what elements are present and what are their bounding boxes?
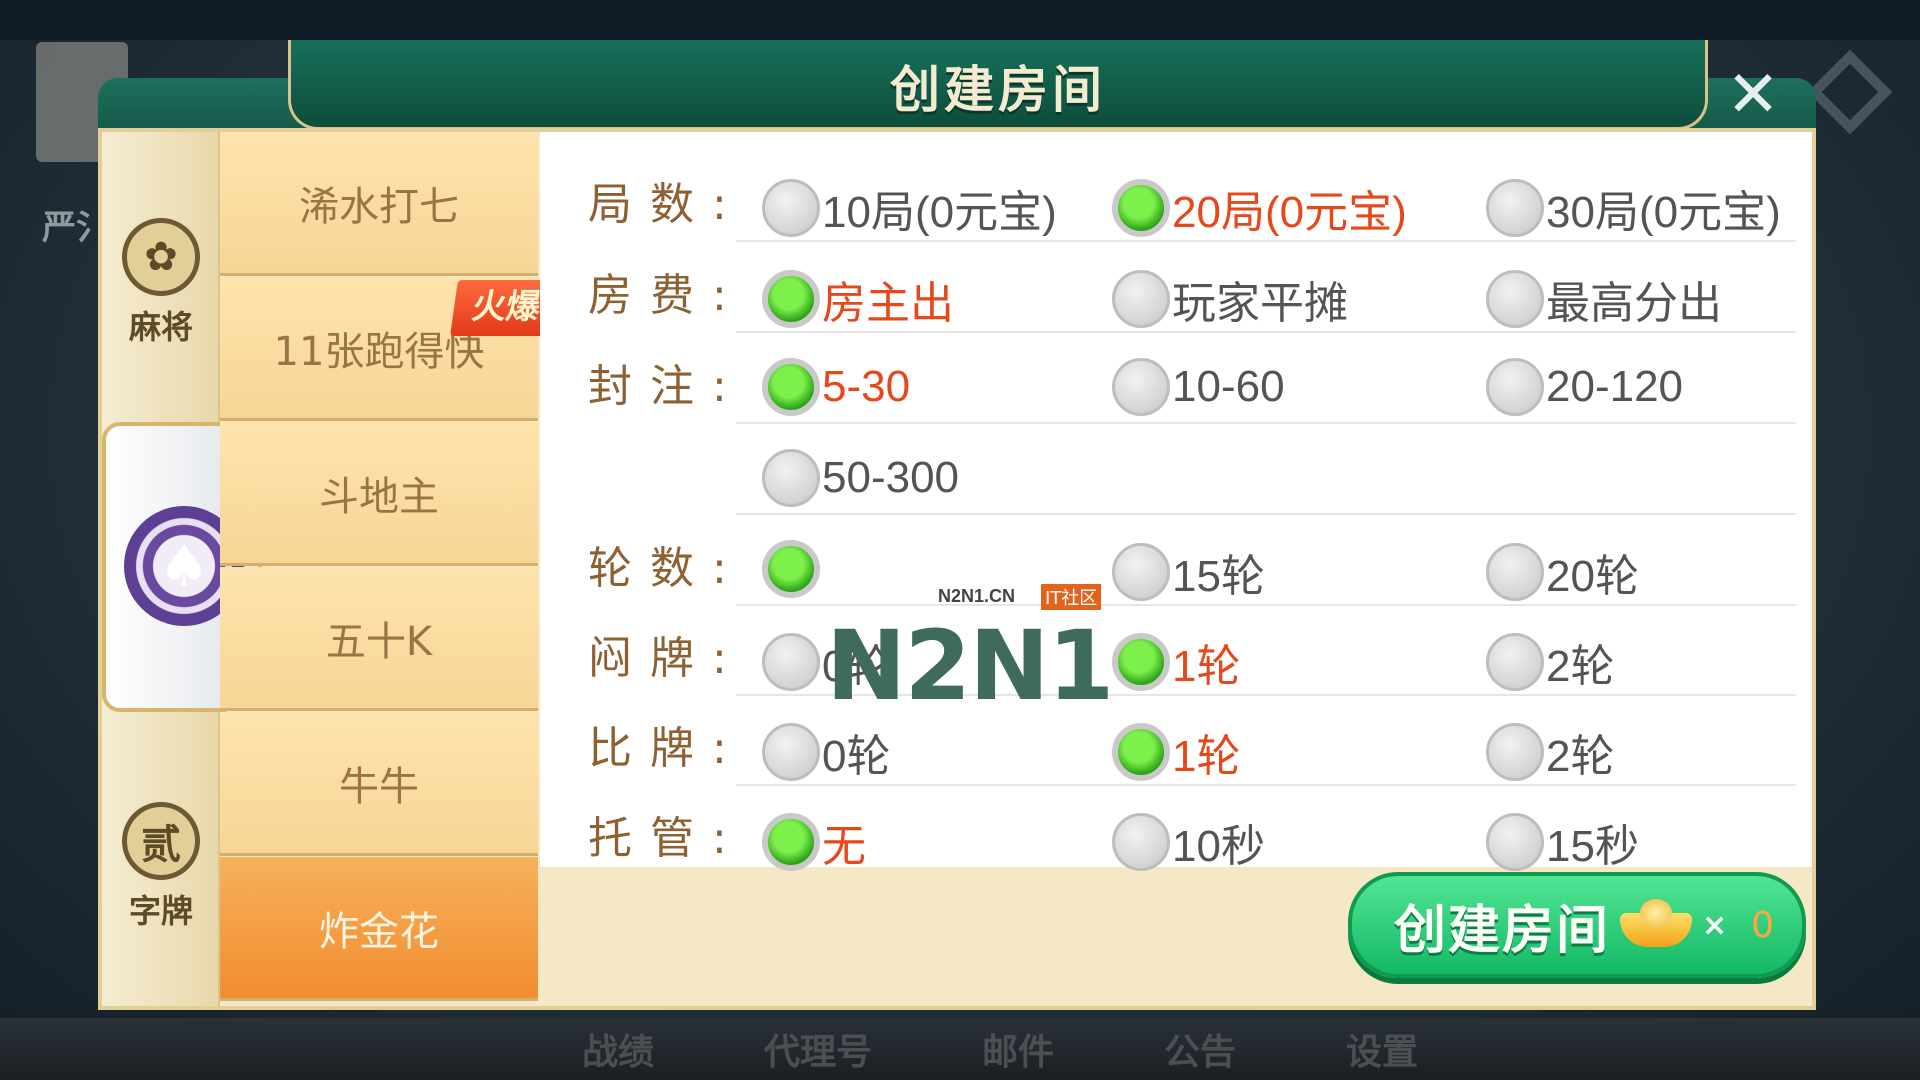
radio-button[interactable] (1112, 723, 1170, 781)
nav-settings: 设置 (1346, 1032, 1419, 1073)
option-host-pays[interactable]: 房主出 (762, 267, 954, 331)
radio-button[interactable] (1112, 179, 1170, 237)
radio-button[interactable] (762, 540, 820, 598)
watermark-logo: N2N1 (826, 610, 1114, 722)
game-tab-niuniu[interactable]: 牛牛 (220, 712, 538, 856)
nav-agent: 代理号 (763, 1032, 872, 1073)
radio-button[interactable] (1486, 543, 1544, 601)
watermark-tag: IT社区 (1041, 584, 1102, 610)
game-tab-doudizhu[interactable]: 斗地主 (220, 422, 538, 566)
nav-notice: 公告 (1164, 1032, 1237, 1073)
create-room-button[interactable]: 创建房间 × 0 (1348, 872, 1806, 978)
row-label: 比牌: (588, 723, 745, 774)
option-compare-2[interactable]: 2轮 (1486, 720, 1614, 784)
radio-button[interactable] (1112, 813, 1170, 871)
row-rounds: 局数: 10局(0元宝) 20局(0元宝) 30局(0元宝) (540, 152, 1812, 242)
row-label: 局数: (588, 179, 745, 230)
radio-button[interactable] (762, 633, 820, 691)
game-list: 浠水打七 11张跑得快 斗地主 五十K 牛牛 炸金花 (220, 132, 538, 1006)
radio-button[interactable] (1486, 179, 1544, 237)
game-tab-wushik[interactable]: 五十K (220, 567, 538, 711)
option-bet-5-30[interactable]: 5-30 (762, 358, 910, 416)
option-bet-50-300[interactable]: 50-300 (762, 449, 959, 507)
nav-record: 战绩 (581, 1032, 654, 1073)
radio-button[interactable] (1486, 633, 1544, 691)
option-20-rounds[interactable]: 20局(0元宝) (1112, 176, 1407, 240)
watermark-site: N2N1.CN (938, 586, 1016, 606)
radio-button[interactable] (762, 179, 820, 237)
category-label: 麻将 (128, 308, 193, 346)
nav-mail: 邮件 (981, 1032, 1054, 1073)
row-label: 托管: (588, 813, 745, 864)
option-10-rounds[interactable]: 10局(0元宝) (762, 176, 1057, 240)
radio-button[interactable] (1112, 358, 1170, 416)
option-bet-10-60[interactable]: 10-60 (1112, 358, 1285, 416)
dialog-title: 创建房间 (890, 61, 1106, 119)
radio-button[interactable] (762, 723, 820, 781)
radio-button[interactable] (1486, 358, 1544, 416)
option-turns-first[interactable] (762, 540, 822, 598)
radio-button[interactable] (762, 813, 820, 871)
multiplier-sign: × (1702, 907, 1728, 943)
radio-button[interactable] (1112, 270, 1170, 328)
watermark: N2N1.CN IT社区 N2N1 (826, 580, 1206, 722)
row-divider (736, 513, 1796, 515)
mahjong-flower-icon: ✿ (122, 218, 200, 296)
option-split-fee[interactable]: 玩家平摊 (1112, 267, 1348, 331)
row-room-fee: 房费: 房主出 玩家平摊 最高分出 (540, 243, 1812, 333)
create-room-dialog: 创建房间 ✕ ✿ 麻将 ♠ 贰 字牌 浠水打七 11张跑得快 斗地主 五十K 牛… (98, 40, 1816, 1010)
top-strip (0, 0, 1920, 40)
radio-button[interactable] (762, 270, 820, 328)
radio-button[interactable] (1486, 270, 1544, 328)
radio-button[interactable] (1486, 723, 1544, 781)
zipai-character-icon: 贰 (122, 802, 200, 880)
ingot-count: 0 (1751, 904, 1775, 946)
category-zipai[interactable]: 贰 字牌 (102, 802, 220, 932)
close-button[interactable]: ✕ (1718, 62, 1788, 132)
row-label: 封注: (588, 361, 745, 412)
game-tab-xishui[interactable]: 浠水打七 (220, 132, 538, 276)
row-divider (736, 422, 1796, 424)
option-auto-10s[interactable]: 10秒 (1112, 810, 1265, 874)
row-bet-cap-extra: 50-300 (540, 425, 1812, 515)
option-auto-none[interactable]: 无 (762, 810, 866, 874)
radio-button[interactable] (762, 449, 820, 507)
game-tab-zhajinhua[interactable]: 炸金花 (220, 857, 538, 1001)
row-auto-play: 托管: 无 10秒 15秒 (540, 786, 1812, 876)
option-auto-15s[interactable]: 15秒 (1486, 810, 1639, 874)
create-button-label: 创建房间 (1394, 900, 1611, 961)
option-top-scorer-pays[interactable]: 最高分出 (1486, 267, 1722, 331)
option-turns-20[interactable]: 20轮 (1486, 540, 1639, 604)
radio-button[interactable] (762, 358, 820, 416)
options-area: 局数: 10局(0元宝) 20局(0元宝) 30局(0元宝) 房费: 房主出 玩… (540, 132, 1812, 871)
radio-button[interactable] (1486, 813, 1544, 871)
row-label: 闷牌: (588, 633, 745, 684)
option-30-rounds[interactable]: 30局(0元宝) (1486, 176, 1781, 240)
gold-ingot-icon (1620, 899, 1693, 951)
option-bet-20-120[interactable]: 20-120 (1486, 358, 1683, 416)
category-mahjong[interactable]: ✿ 麻将 (102, 218, 220, 348)
option-compare-1[interactable]: 1轮 (1112, 720, 1240, 784)
row-label: 轮数: (588, 543, 745, 594)
title-bar: 创建房间 (288, 40, 1708, 130)
option-blind-2[interactable]: 2轮 (1486, 630, 1614, 694)
row-bet-cap: 封注: 5-30 10-60 20-120 (540, 334, 1812, 424)
row-divider (736, 240, 1796, 242)
row-divider (736, 331, 1796, 333)
row-label: 房费: (588, 270, 745, 321)
option-compare-0[interactable]: 0轮 (762, 720, 890, 784)
bottom-nav: 战绩 代理号 邮件 公告 设置 (0, 1018, 1920, 1080)
category-label: 字牌 (128, 892, 193, 930)
